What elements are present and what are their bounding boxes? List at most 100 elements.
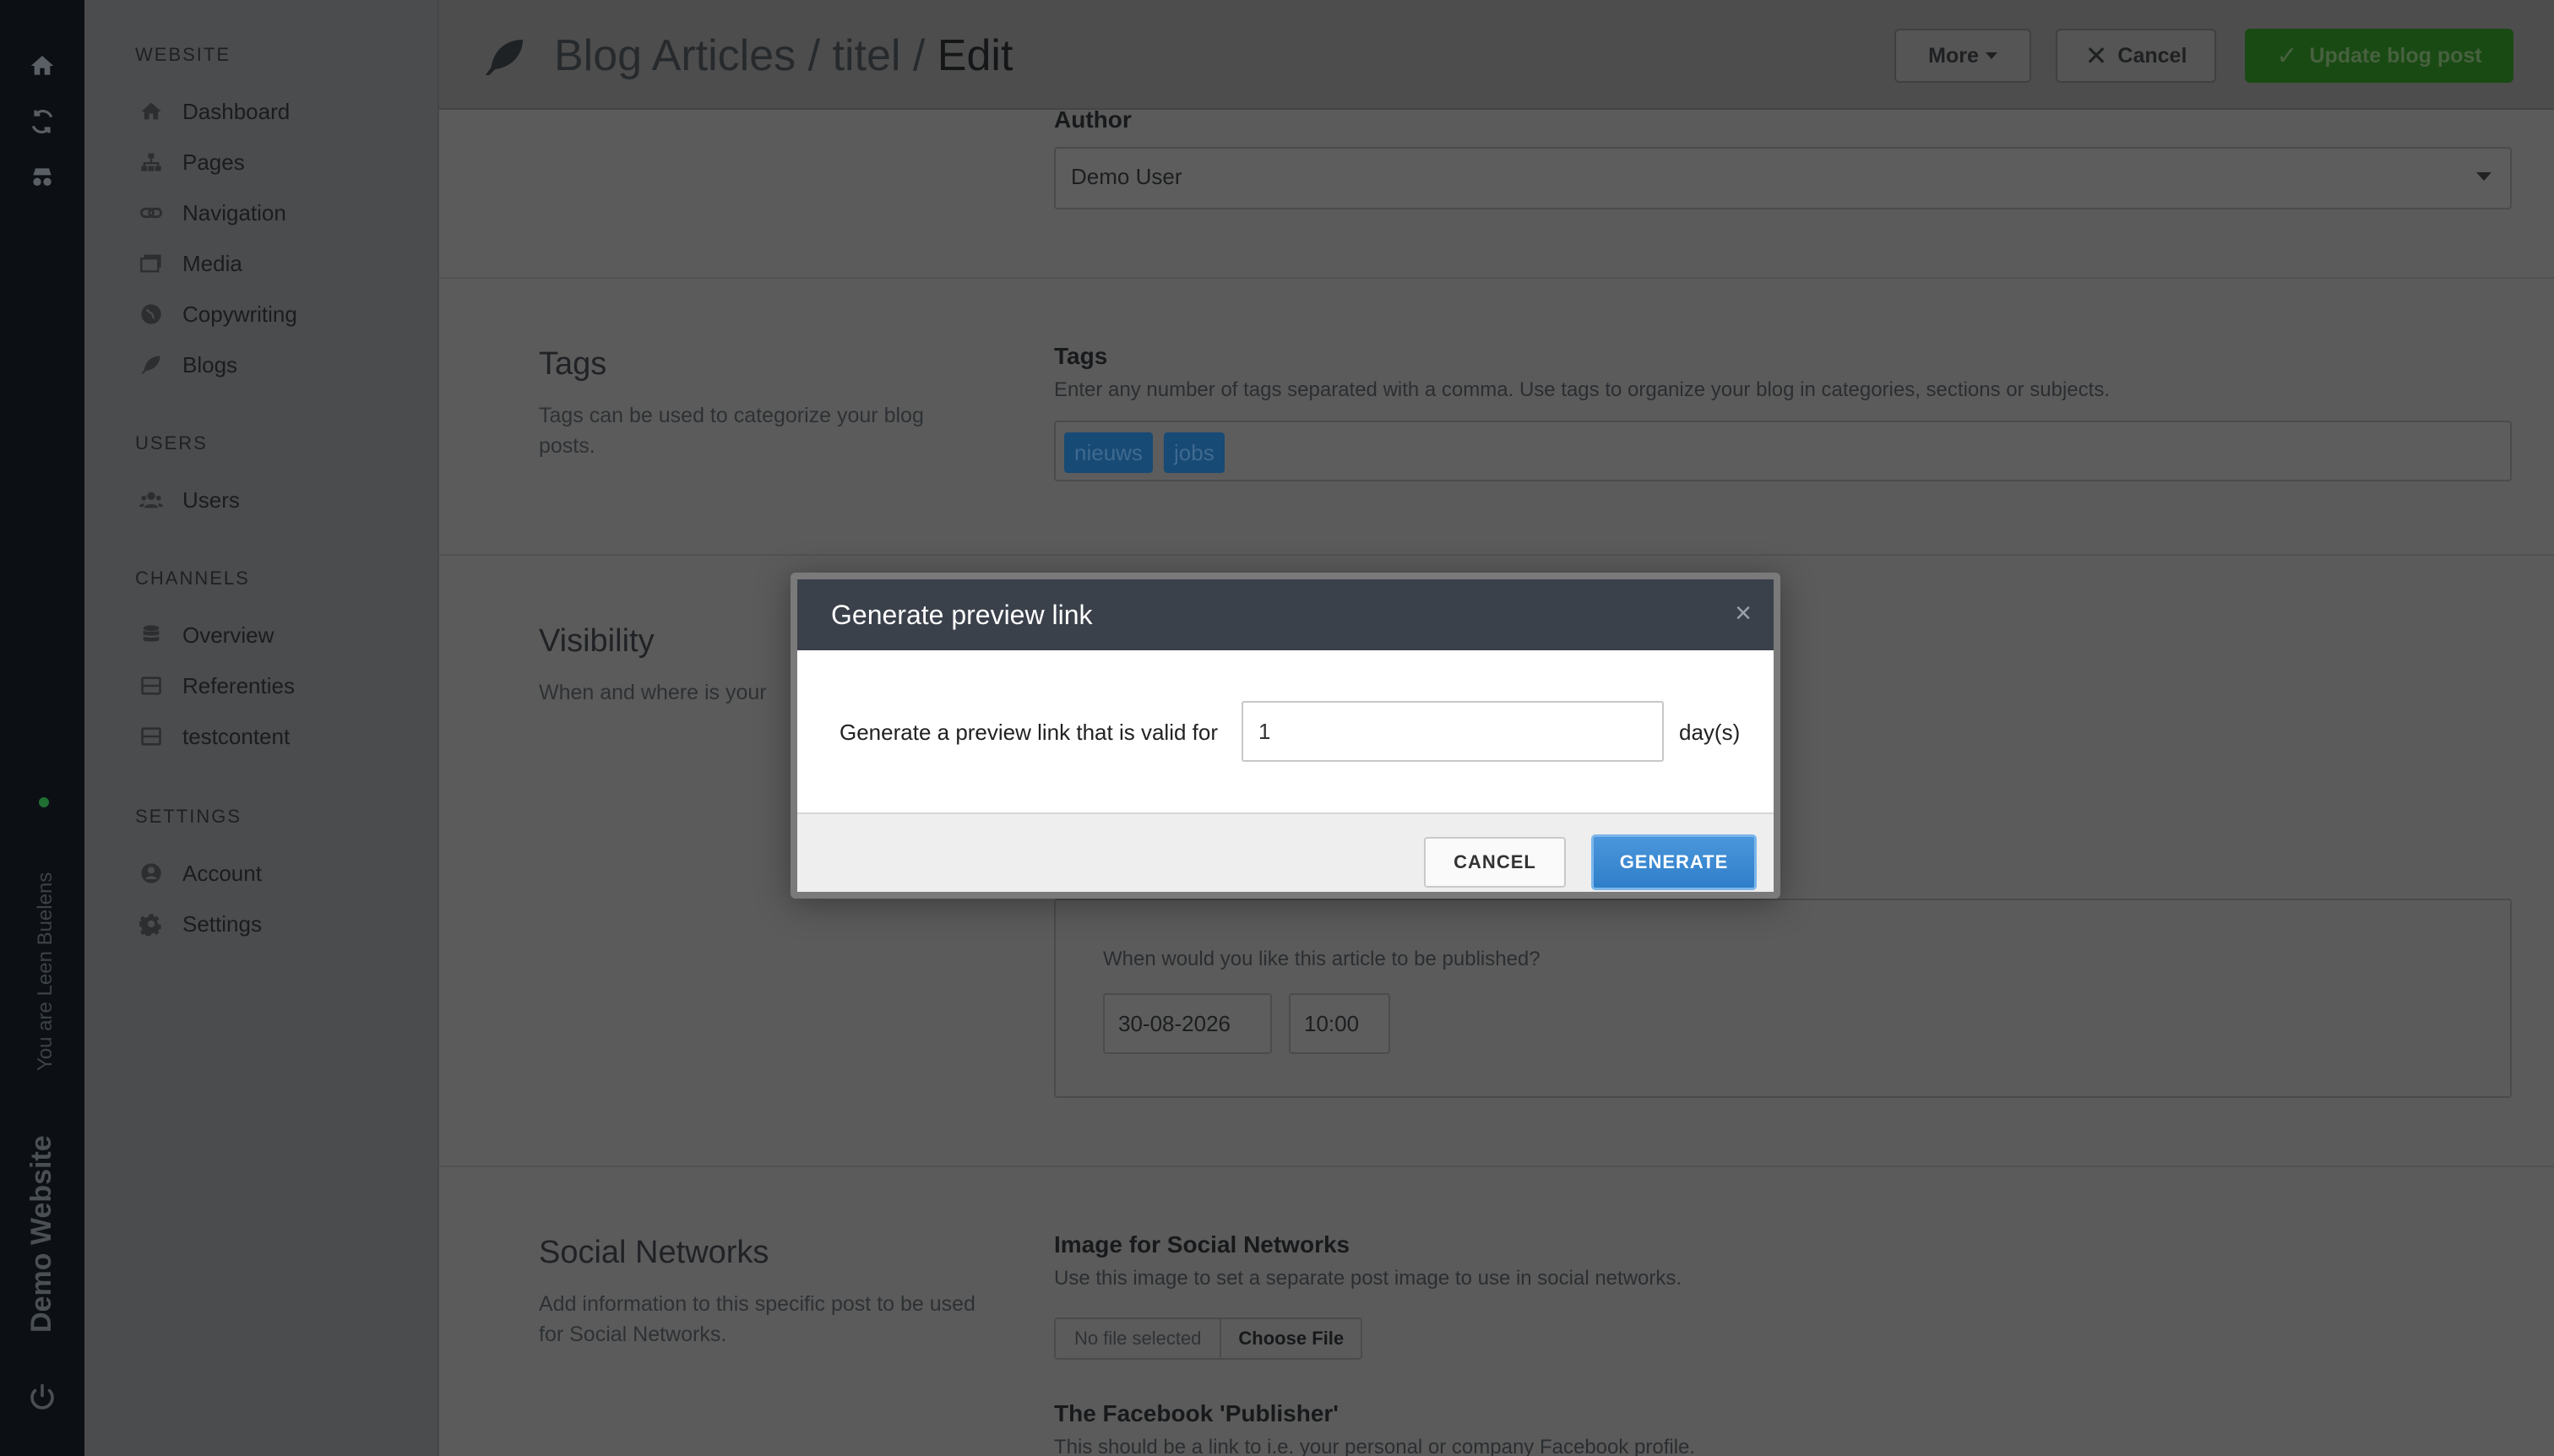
sidebar-item-dashboard[interactable]: Dashboard: [139, 95, 290, 128]
breadcrumb-titel[interactable]: titel: [833, 31, 901, 80]
tag-nieuws[interactable]: nieuws: [1064, 432, 1153, 473]
more-button[interactable]: More: [1894, 29, 2031, 83]
sidebar-item-users[interactable]: Users: [139, 483, 240, 517]
images-icon: [139, 251, 164, 276]
tags-label: Tags: [1054, 343, 1108, 369]
caret-down-icon: [1985, 52, 1997, 59]
tags-section-title: Tags: [539, 346, 607, 382]
tags-help-text: Enter any number of tags separated with …: [1054, 378, 2110, 401]
gear-icon: [139, 911, 164, 937]
window-icon: [139, 673, 164, 698]
breadcrumb: Blog Articles / titel / Edit: [554, 30, 1013, 81]
sidebar-item-label: Navigation: [182, 199, 286, 225]
sidebar-item-testcontent[interactable]: testcontent: [139, 720, 290, 753]
sidebar-item-label: testcontent: [182, 723, 291, 749]
sidebar-item-referenties[interactable]: Referenties: [139, 669, 295, 703]
users-icon: [139, 487, 164, 513]
social-image-file-input[interactable]: No file selected Choose File: [1054, 1317, 1363, 1360]
author-label: Author: [1054, 106, 1132, 133]
days-unit-label: day(s): [1679, 720, 1741, 745]
author-select[interactable]: Demo User: [1054, 147, 2512, 209]
sidebar-item-settings[interactable]: Settings: [139, 907, 262, 941]
breadcrumb-blog-articles[interactable]: Blog Articles: [554, 31, 796, 80]
check-icon: ✓: [2276, 41, 2298, 70]
spy-icon[interactable]: [29, 164, 56, 191]
update-button-label: Update blog post: [2309, 43, 2482, 68]
cancel-button-label: Cancel: [2117, 43, 2187, 68]
app-rail: You are Leen Buelens Demo Website: [0, 0, 84, 1456]
modal-header: Generate preview link ×: [797, 579, 1774, 650]
sidebar-item-label: Settings: [182, 910, 262, 937]
social-section-description: Add information to this specific post to…: [539, 1292, 975, 1346]
tags-section-description: Tags can be used to categorize your blog…: [539, 404, 924, 458]
modal-prompt-text: Generate a preview link that is valid fo…: [840, 720, 1218, 745]
page-header: Blog Articles / titel / Edit More ✕ Canc…: [439, 0, 2554, 110]
publish-schedule-box: When would you like this article to be p…: [1054, 899, 2512, 1098]
sidebar-item-navigation[interactable]: Navigation: [139, 196, 286, 230]
preview-link-modal: Generate preview link × Generate a previ…: [791, 573, 1780, 899]
home-icon[interactable]: [29, 52, 56, 79]
tag-jobs[interactable]: jobs: [1164, 432, 1225, 473]
visibility-section-title: Visibility: [539, 623, 655, 659]
power-icon[interactable]: [27, 1382, 57, 1412]
sidebar-item-label: Users: [182, 486, 240, 513]
sidebar-item-copywriting[interactable]: Copywriting: [139, 297, 297, 331]
sidebar-section-channels: CHANNELS: [135, 568, 250, 589]
sync-icon[interactable]: [29, 108, 56, 135]
sidebar-item-label: Dashboard: [182, 98, 291, 124]
section-divider: [439, 1165, 2554, 1167]
sidebar-item-label: Account: [182, 860, 262, 886]
sidebar-item-label: Referenties: [182, 672, 295, 698]
chevron-down-icon: [2476, 172, 2492, 181]
days-valid-input[interactable]: 1: [1242, 701, 1664, 762]
breadcrumb-separator: /: [912, 31, 926, 80]
sidebar-section-settings: SETTINGS: [135, 806, 242, 827]
sidebar-item-label: Copywriting: [182, 301, 297, 327]
social-image-help: Use this image to set a separate post im…: [1054, 1267, 1682, 1290]
sidebar-item-blogs[interactable]: Blogs: [139, 348, 237, 382]
modal-footer: CANCEL GENERATE: [797, 814, 1774, 892]
modal-cancel-button[interactable]: CANCEL: [1424, 837, 1566, 888]
modal-title: Generate preview link: [831, 600, 1093, 630]
sidebar: WEBSITE Dashboard Pages Navigation Media…: [84, 0, 439, 1456]
section-divider: [439, 277, 2554, 279]
close-icon[interactable]: ×: [1735, 596, 1752, 630]
window-icon: [139, 724, 164, 749]
publish-time-input[interactable]: 10:00: [1289, 993, 1390, 1054]
current-user-label: You are Leen Buelens: [34, 872, 57, 1071]
breadcrumb-separator: /: [807, 31, 821, 80]
choose-file-button[interactable]: Choose File: [1221, 1328, 1361, 1350]
online-status-dot: [39, 797, 49, 807]
social-image-label: Image for Social Networks: [1054, 1231, 1350, 1258]
globe-icon: [139, 302, 164, 327]
site-name-label[interactable]: Demo Website: [25, 1135, 58, 1333]
feather-icon: [139, 352, 164, 378]
user-circle-icon: [139, 861, 164, 886]
link-icon: [139, 200, 164, 225]
sidebar-section-website: WEBSITE: [135, 44, 231, 65]
facebook-publisher-label: The Facebook 'Publisher': [1054, 1400, 1339, 1426]
sidebar-item-label: Pages: [182, 149, 245, 175]
sidebar-item-label: Blogs: [182, 351, 238, 378]
generate-button[interactable]: GENERATE: [1591, 834, 1757, 890]
database-icon: [139, 622, 164, 648]
sidebar-item-pages[interactable]: Pages: [139, 145, 245, 179]
author-select-value: Demo User: [1071, 164, 1182, 189]
facebook-publisher-help: This should be a link to i.e. your perso…: [1054, 1436, 1696, 1456]
social-section-title: Social Networks: [539, 1235, 769, 1270]
publish-date-input[interactable]: 30-08-2026: [1103, 993, 1272, 1054]
publish-question: When would you like this article to be p…: [1103, 948, 1541, 970]
cancel-button[interactable]: ✕ Cancel: [2056, 29, 2216, 83]
modal-body: Generate a preview link that is valid fo…: [797, 650, 1774, 814]
update-blog-post-button[interactable]: ✓ Update blog post: [2245, 29, 2513, 83]
sidebar-item-account[interactable]: Account: [139, 856, 262, 890]
sidebar-item-overview[interactable]: Overview: [139, 618, 274, 652]
sidebar-item-media[interactable]: Media: [139, 247, 242, 280]
section-divider: [439, 554, 2554, 556]
more-button-label: More: [1928, 43, 1979, 68]
breadcrumb-edit: Edit: [937, 31, 1013, 80]
sidebar-item-label: Media: [182, 250, 242, 276]
home-icon: [139, 99, 164, 124]
sidebar-section-users: USERS: [135, 432, 208, 454]
tags-input[interactable]: nieuws jobs: [1054, 421, 2512, 481]
